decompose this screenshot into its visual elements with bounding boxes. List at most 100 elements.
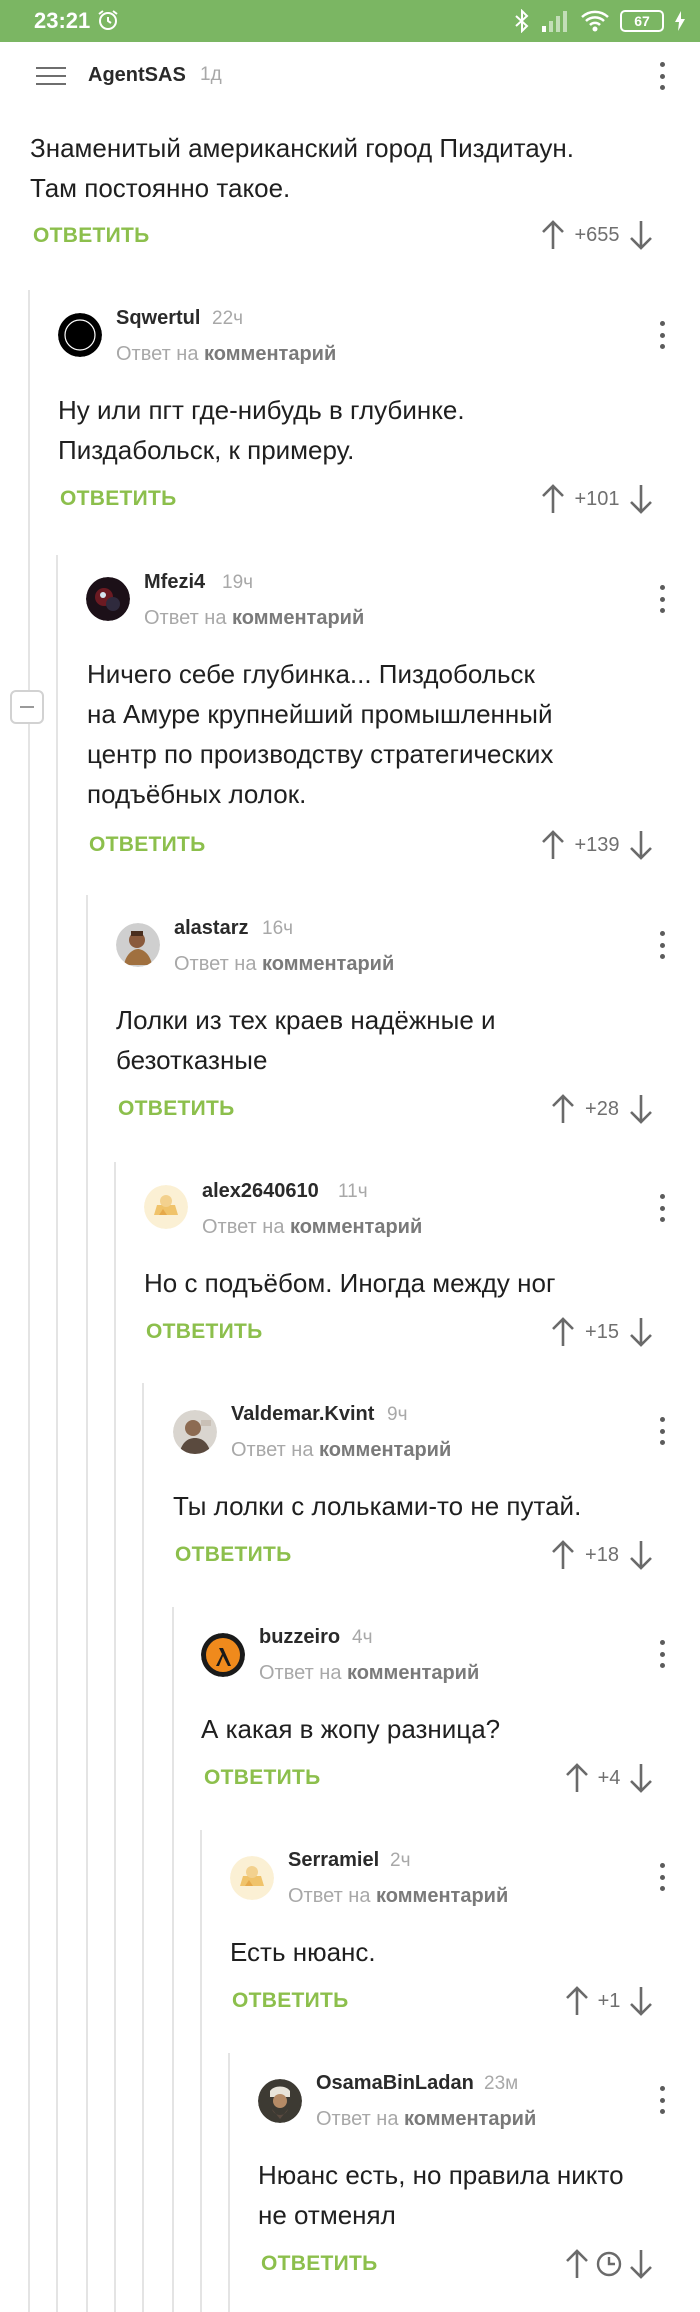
avatar[interactable] [201,1633,245,1677]
reply-target-link[interactable]: комментарий [232,607,364,629]
reply-button[interactable]: ОТВЕТИТЬ [60,487,177,511]
downvote-icon[interactable] [628,2248,654,2280]
more-options-icon[interactable] [652,1637,672,1671]
more-options-icon[interactable] [652,1860,672,1894]
reply-target-link[interactable]: комментарий [290,1216,422,1238]
more-options-icon[interactable] [652,582,672,616]
reply-target-link[interactable]: комментарий [262,953,394,975]
reply-prefix: Ответ на [174,953,257,975]
comment-author[interactable]: Serramiel [288,1849,379,1872]
downvote-icon[interactable] [628,219,654,251]
reply-to-label: Ответ на комментарий [316,2108,536,2131]
vote-score: +18 [585,1543,619,1566]
upvote-icon[interactable] [540,829,566,861]
comment-author[interactable]: buzzeiro [259,1626,340,1649]
reply-button[interactable]: ОТВЕТИТЬ [261,2252,378,2276]
vote-controls: +4 [564,1760,654,1796]
reply-prefix: Ответ на [316,2108,399,2130]
upvote-icon[interactable] [550,1539,576,1571]
reply-prefix: Ответ на [116,343,199,365]
comment-line: безотказные [116,1045,268,1075]
comment-author[interactable]: Valdemar.Kvint [231,1403,374,1426]
reply-target-link[interactable]: комментарий [319,1439,451,1461]
comment-text: Ничего себе глубинка... Пиздобольск на А… [87,654,553,814]
reply-to-label: Ответ на комментарий [202,1216,422,1239]
upvote-icon[interactable] [540,219,566,251]
comment-author[interactable]: Sqwertul [116,307,200,330]
comment-line: Есть нюанс. [230,1937,376,1967]
vote-score: +4 [597,1766,621,1789]
reply-button[interactable]: ОТВЕТИТЬ [232,1989,349,2013]
reply-prefix: Ответ на [231,1439,314,1461]
more-options-icon[interactable] [652,318,672,352]
reply-button[interactable]: ОТВЕТИТЬ [204,1766,321,1790]
reply-target-link[interactable]: комментарий [404,2108,536,2130]
reply-prefix: Ответ на [288,1885,371,1907]
avatar[interactable] [58,313,102,357]
downvote-icon[interactable] [628,1316,654,1348]
reply-button[interactable]: ОТВЕТИТЬ [33,224,150,248]
upvote-icon[interactable] [564,1985,590,2017]
comment-time: 16ч [262,918,294,939]
reply-button[interactable]: ОТВЕТИТЬ [146,1320,263,1344]
vote-controls: +139 [540,827,654,863]
more-options-icon[interactable] [652,59,672,93]
upvote-icon[interactable] [550,1316,576,1348]
vote-score: +1 [597,1989,621,2012]
menu-icon[interactable] [36,66,66,86]
reply-prefix: Ответ на [144,607,227,629]
charging-icon [675,11,685,31]
downvote-icon[interactable] [628,1985,654,2017]
upvote-icon[interactable] [564,2248,590,2280]
reply-to-label: Ответ на комментарий [144,607,364,630]
downvote-icon[interactable] [628,1539,654,1571]
more-options-icon[interactable] [652,1191,672,1225]
thread-line [56,555,58,2312]
avatar[interactable] [173,1410,217,1454]
downvote-icon[interactable] [628,483,654,515]
reply-button[interactable]: ОТВЕТИТЬ [175,1543,292,1567]
avatar[interactable] [144,1185,188,1229]
upvote-icon[interactable] [564,1762,590,1794]
top-comment-author[interactable]: AgentSAS [88,64,186,87]
vote-controls: +101 [540,481,654,517]
avatar[interactable] [116,923,160,967]
comment-author[interactable]: alex2640610 [202,1180,319,1203]
comment-author[interactable]: alastarz [174,917,249,940]
more-options-icon[interactable] [652,1414,672,1448]
downvote-icon[interactable] [628,1093,654,1125]
reply-target-link[interactable]: комментарий [376,1885,508,1907]
avatar[interactable] [86,577,130,621]
downvote-icon[interactable] [628,829,654,861]
reply-button[interactable]: ОТВЕТИТЬ [89,833,206,857]
comment-line: Пиздабольск, к примеру. [58,435,355,465]
comment-text: А какая в жопу разница? [201,1709,500,1749]
upvote-icon[interactable] [550,1093,576,1125]
comment-time: 11ч [338,1181,368,1202]
comment-text: Ну или пгт где-нибудь в глубинке. Пиздаб… [58,390,465,470]
comment-time: 23м [484,2073,519,2094]
vote-controls: +18 [550,1537,654,1573]
avatar[interactable] [230,1856,274,1900]
comment-time: 9ч [387,1404,408,1425]
more-options-icon[interactable] [652,928,672,962]
reply-button[interactable]: ОТВЕТИТЬ [118,1097,235,1121]
reply-target-link[interactable]: комментарий [347,1662,479,1684]
vote-score: +28 [585,1097,619,1120]
more-options-icon[interactable] [652,2083,672,2117]
downvote-icon[interactable] [628,1762,654,1794]
bluetooth-icon [515,9,529,33]
thread-line [28,290,30,2312]
avatar[interactable] [258,2079,302,2123]
reply-prefix: Ответ на [202,1216,285,1238]
thread-line [114,1162,116,2312]
collapse-thread-button[interactable] [10,690,44,724]
comment-line: Но с подъёбом. Иногда между ног [144,1268,556,1298]
comment-text: Ты лолки с лольками-то не путай. [173,1486,581,1526]
reply-target-link[interactable]: комментарий [204,343,336,365]
comment-author[interactable]: OsamaBinLadan [316,2072,474,2095]
upvote-icon[interactable] [540,483,566,515]
top-comment-text: Знаменитый американский город Пиздитаун.… [30,128,574,208]
vote-score: +101 [574,487,620,510]
comment-author[interactable]: Mfezi4 [144,571,205,594]
